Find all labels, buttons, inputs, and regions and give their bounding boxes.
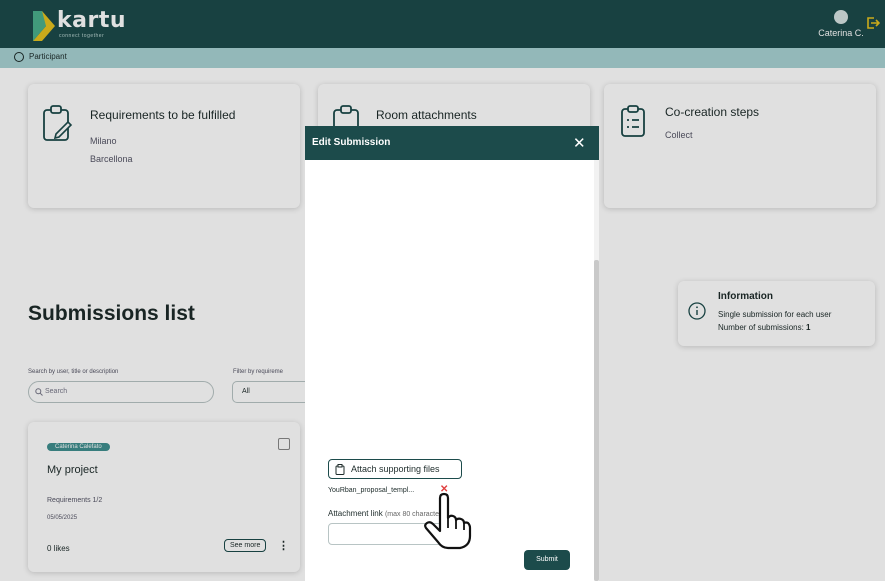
submit-button[interactable]: Submit <box>524 550 570 570</box>
modal-header: Edit Submission ✕ <box>305 126 599 160</box>
attach-files-button[interactable]: Attach supporting files <box>328 459 462 479</box>
clipboard-icon <box>335 464 345 475</box>
hand-pointer-icon <box>424 492 472 550</box>
attach-files-label: Attach supporting files <box>351 464 440 474</box>
modal-title: Edit Submission <box>312 137 391 148</box>
modal-scrollbar-thumb[interactable] <box>594 260 599 581</box>
attached-filename: YouRban_proposal_templ... <box>328 487 415 494</box>
close-icon[interactable]: ✕ <box>573 134 586 152</box>
